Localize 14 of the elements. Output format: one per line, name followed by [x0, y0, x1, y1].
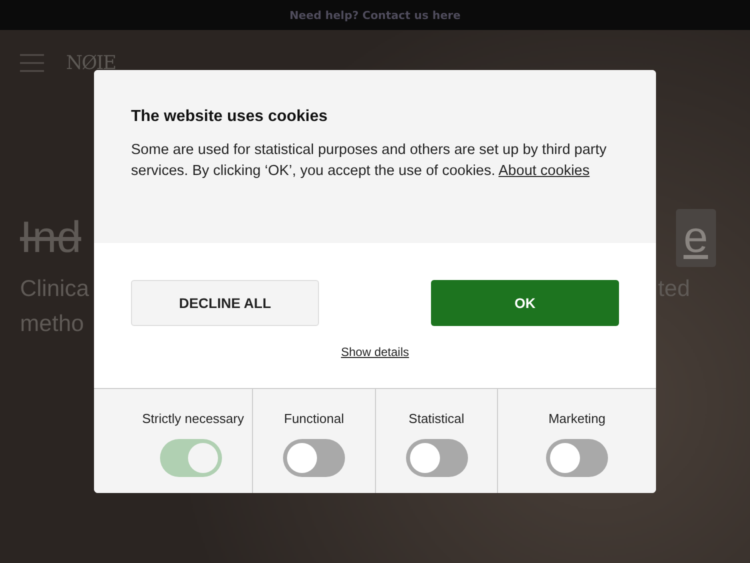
toggle-switch[interactable] — [406, 439, 468, 477]
dialog-text: Some are used for statistical purposes and others are set up by third party services. By clicking ‘OK’, you accept the use of cookies. About cookies — [131, 141, 608, 181]
toggle-switch[interactable] — [283, 439, 345, 477]
menu-icon[interactable] — [20, 54, 44, 72]
show-details-link[interactable]: Show details — [340, 345, 410, 359]
toggle-switch[interactable] — [546, 439, 608, 477]
dialog-title: The website uses cookies — [131, 108, 329, 126]
ok-button[interactable]: OK — [431, 280, 619, 326]
about-cookies-link[interactable]: About cookies — [498, 163, 590, 179]
decline-button[interactable]: DECLINE ALL — [131, 280, 319, 326]
category-label: Marketing — [548, 411, 606, 426]
category-label: Strictly necessary — [142, 411, 244, 426]
category-label: Functional — [284, 411, 344, 426]
category-label: Statistical — [408, 411, 464, 426]
